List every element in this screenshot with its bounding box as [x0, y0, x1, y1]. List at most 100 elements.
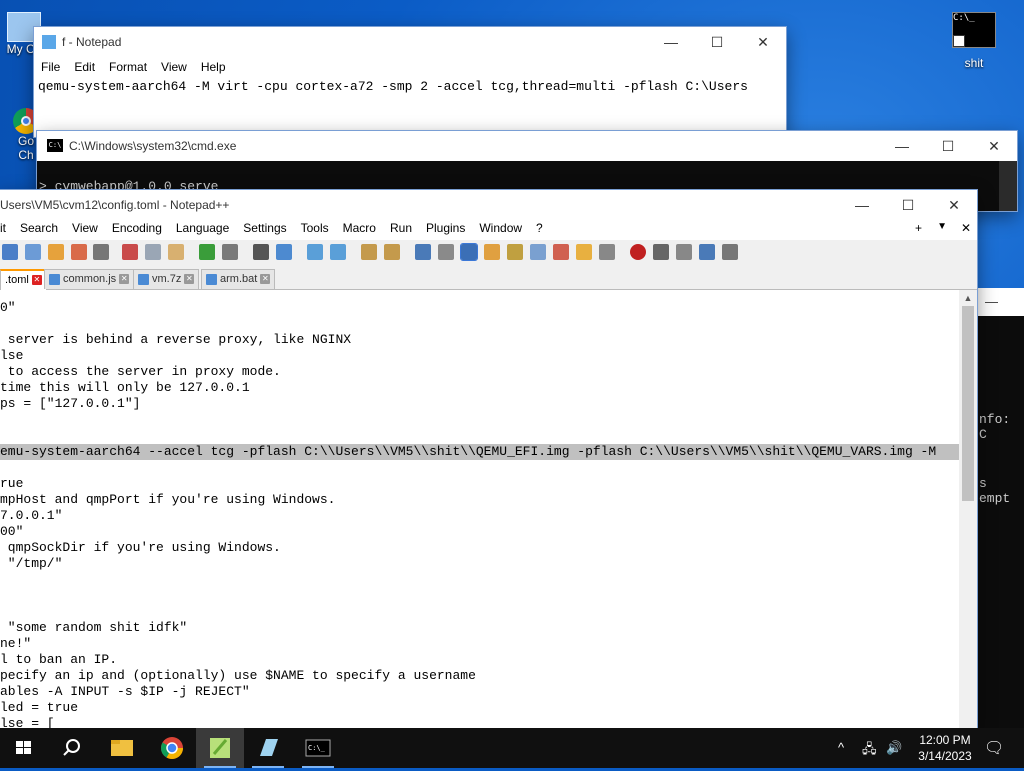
- menu-language[interactable]: Language: [169, 218, 236, 238]
- minimize-button[interactable]: —: [839, 190, 885, 220]
- close-button[interactable]: ✕: [931, 190, 977, 220]
- close-button[interactable]: ✕: [971, 131, 1017, 161]
- record-macro-icon[interactable]: [630, 244, 646, 260]
- close-file-icon[interactable]: [48, 244, 64, 260]
- taskbar-file-explorer[interactable]: [98, 728, 146, 768]
- close-icon[interactable]: ✕: [260, 274, 271, 285]
- tab-common-js[interactable]: common.js ✕: [44, 269, 135, 289]
- menu-view[interactable]: View: [65, 218, 105, 238]
- copy-icon[interactable]: [145, 244, 161, 260]
- notepad-titlebar[interactable]: f - Notepad — ☐ ✕: [34, 27, 786, 57]
- show-hidden-icons-chevron-icon[interactable]: ^: [838, 740, 844, 755]
- sync-vertical-icon[interactable]: [361, 244, 377, 260]
- scroll-up-arrow-icon[interactable]: ▲: [959, 290, 977, 306]
- save-all-icon[interactable]: [25, 244, 41, 260]
- zoom-in-icon[interactable]: [307, 244, 323, 260]
- close-button[interactable]: ✕: [740, 27, 786, 57]
- define-language-icon[interactable]: [484, 244, 500, 260]
- menu-search[interactable]: Search: [13, 218, 65, 238]
- folder-workspace-icon[interactable]: [576, 244, 592, 260]
- menu-view[interactable]: View: [154, 57, 194, 77]
- monitoring-icon[interactable]: [599, 244, 615, 260]
- notepadpp-titlebar[interactable]: Users\VM5\cvm12\config.toml - Notepad++ …: [0, 190, 977, 218]
- notepadpp-window[interactable]: Users\VM5\cvm12\config.toml - Notepad++ …: [0, 190, 977, 730]
- replace-icon[interactable]: [276, 244, 292, 260]
- code-line[interactable]: led = true: [0, 700, 78, 716]
- zoom-out-icon[interactable]: [330, 244, 346, 260]
- maximize-button[interactable]: ☐: [885, 190, 931, 220]
- minimize-button[interactable]: —: [879, 131, 925, 161]
- notepad-window[interactable]: f - Notepad — ☐ ✕ File Edit Format View Help…: [34, 27, 786, 137]
- system-clock[interactable]: 12:00 PM 3/14/2023: [912, 732, 978, 764]
- code-line[interactable]: l to ban an IP.: [0, 652, 117, 668]
- save-macro-icon[interactable]: [722, 244, 738, 260]
- volume-icon[interactable]: 🔊: [886, 740, 902, 756]
- menu-macro[interactable]: Macro: [336, 218, 383, 238]
- start-button[interactable]: [0, 728, 48, 768]
- indent-guide-icon[interactable]: [460, 243, 478, 261]
- cmd-scrollbar[interactable]: [999, 161, 1017, 211]
- tab-arm-bat[interactable]: arm.bat ✕: [201, 269, 276, 289]
- code-line[interactable]: "some random shit idfk": [0, 620, 187, 636]
- menu-help[interactable]: ?: [529, 218, 550, 238]
- print-icon[interactable]: [93, 244, 109, 260]
- function-list-icon[interactable]: [553, 244, 569, 260]
- code-line[interactable]: lse: [0, 348, 23, 364]
- taskbar-cmd[interactable]: C:\_: [294, 728, 342, 768]
- menu-window[interactable]: Window: [472, 218, 529, 238]
- close-icon[interactable]: ✕: [119, 274, 130, 285]
- new-tab-button[interactable]: +: [915, 221, 922, 235]
- console-titlebar[interactable]: —: [977, 288, 1024, 316]
- menu-plugins[interactable]: Plugins: [419, 218, 472, 238]
- taskbar-notepad[interactable]: [244, 728, 292, 768]
- find-icon[interactable]: [253, 244, 269, 260]
- stop-macro-icon[interactable]: [653, 244, 669, 260]
- code-line[interactable]: "/tmp/": [0, 556, 63, 572]
- menu-encoding[interactable]: Encoding: [105, 218, 169, 238]
- close-doc-button[interactable]: ✕: [961, 221, 971, 235]
- maximize-button[interactable]: ☐: [694, 27, 740, 57]
- taskbar-chrome[interactable]: [148, 728, 196, 768]
- menu-format[interactable]: Format: [102, 57, 154, 77]
- close-all-icon[interactable]: [71, 244, 87, 260]
- save-icon[interactable]: [2, 244, 18, 260]
- desktop-icon-shit[interactable]: C:\_ shit: [948, 12, 1000, 70]
- code-line[interactable]: mpHost and qmpPort if you're using Windo…: [0, 492, 335, 508]
- search-button[interactable]: [48, 728, 96, 768]
- play-macro-icon[interactable]: [676, 244, 692, 260]
- undo-icon[interactable]: [199, 244, 215, 260]
- menu-edit[interactable]: it: [0, 218, 13, 238]
- menu-file[interactable]: File: [34, 57, 67, 77]
- code-line[interactable]: ps = ["127.0.0.1"]: [0, 396, 140, 412]
- redo-icon[interactable]: [222, 244, 238, 260]
- code-line[interactable]: 00": [0, 524, 23, 540]
- code-line[interactable]: ne!": [0, 636, 31, 652]
- editor-scrollbar[interactable]: ▲: [959, 290, 977, 730]
- menu-help[interactable]: Help: [194, 57, 233, 77]
- code-line[interactable]: ables -A INPUT -s $IP -j REJECT": [0, 684, 250, 700]
- code-line[interactable]: qmpSockDir if you're using Windows.: [0, 540, 281, 556]
- sync-horizontal-icon[interactable]: [384, 244, 400, 260]
- code-editor[interactable]: 0" server is behind a reverse proxy, lik…: [0, 290, 959, 730]
- menu-run[interactable]: Run: [383, 218, 419, 238]
- doc-list-icon[interactable]: [530, 244, 546, 260]
- network-icon[interactable]: 🖧: [862, 740, 877, 762]
- taskbar-notepadpp[interactable]: [196, 728, 244, 768]
- word-wrap-icon[interactable]: [415, 244, 431, 260]
- run-macro-multiple-icon[interactable]: [699, 244, 715, 260]
- code-line[interactable]: to access the server in proxy mode.: [0, 364, 281, 380]
- code-line[interactable]: pecify an ip and (optionally) use $NAME …: [0, 668, 476, 684]
- code-line[interactable]: rue: [0, 476, 23, 492]
- tab-vm-7z[interactable]: vm.7z ✕: [133, 269, 200, 289]
- code-line[interactable]: time this will only be 127.0.0.1: [0, 380, 250, 396]
- code-line[interactable]: 7.0.0.1": [0, 508, 62, 524]
- background-console-window[interactable]: — nfo: C s empt: [977, 288, 1024, 728]
- cut-icon[interactable]: [122, 244, 138, 260]
- close-icon[interactable]: ✕: [31, 275, 42, 286]
- menu-tools[interactable]: Tools: [294, 218, 336, 238]
- tab-config-toml[interactable]: .toml ✕: [0, 269, 47, 290]
- scrollbar-thumb[interactable]: [962, 306, 974, 501]
- selected-code-line[interactable]: emu-system-aarch64 --accel tcg -pflash C…: [0, 444, 959, 460]
- paste-icon[interactable]: [168, 244, 184, 260]
- doc-map-icon[interactable]: [507, 244, 523, 260]
